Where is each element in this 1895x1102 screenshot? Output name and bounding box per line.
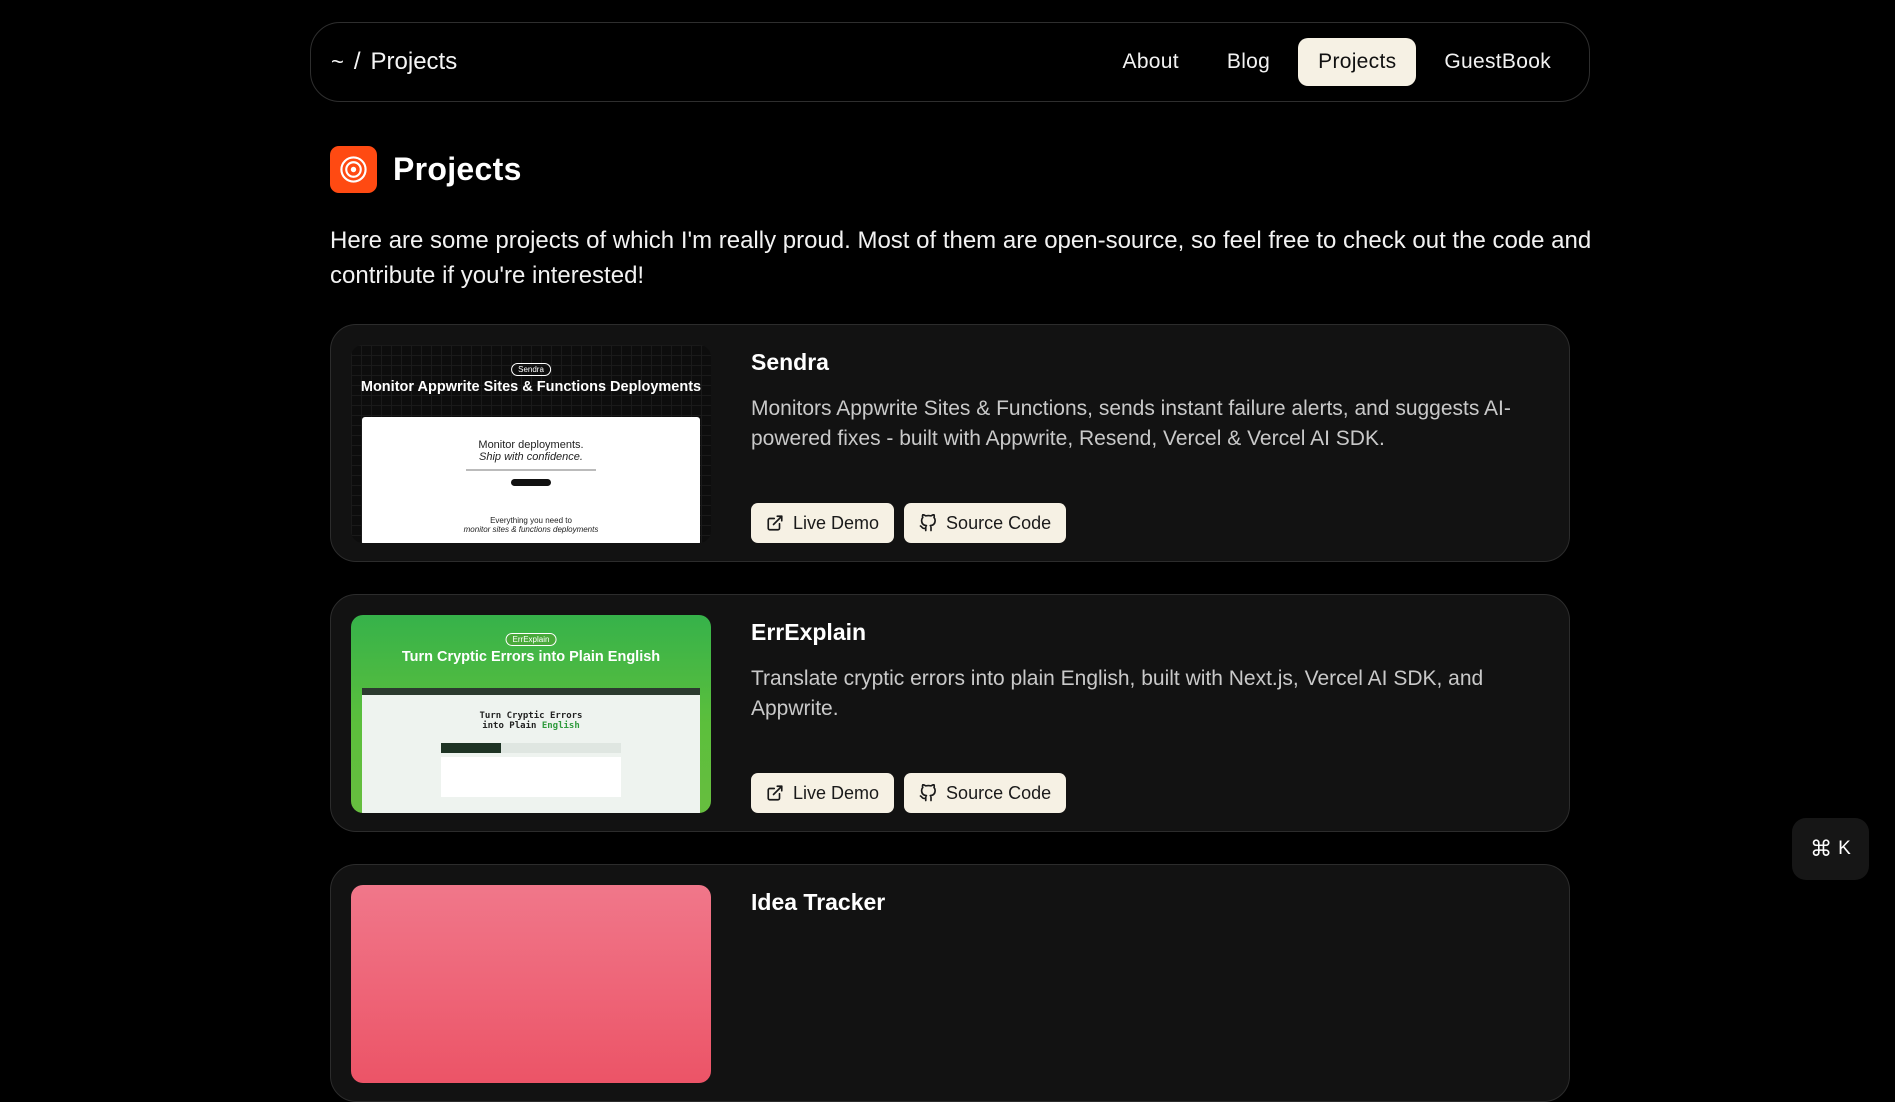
project-info: Idea Tracker xyxy=(751,889,1541,916)
top-nav: ~ / Projects About Blog Projects GuestBo… xyxy=(310,22,1590,102)
live-demo-label: Live Demo xyxy=(793,512,880,533)
thumbnail-title: Monitor Appwrite Sites & Functions Deplo… xyxy=(360,379,702,395)
page-title: Projects xyxy=(393,151,522,187)
thumbnail-text-placeholder xyxy=(466,469,596,471)
thumbnail-line: into Plain English xyxy=(482,721,580,731)
project-thumbnail[interactable]: ErrExplain Turn Cryptic Errors into Plai… xyxy=(351,615,711,813)
thumbnail-line: Turn Cryptic Errors xyxy=(479,711,583,721)
target-icon xyxy=(330,146,377,193)
page-header: Projects xyxy=(330,146,1590,193)
thumbnail-line: Monitor deployments. xyxy=(478,439,584,451)
external-link-icon xyxy=(766,784,784,802)
breadcrumb: ~ / Projects xyxy=(331,48,457,76)
project-card-idea-tracker: Idea Tracker xyxy=(330,864,1570,1102)
nav-links: About Blog Projects GuestBook xyxy=(1103,38,1571,86)
project-description: Translate cryptic errors into plain Engl… xyxy=(751,667,1484,720)
project-card-errexplain: ErrExplain Turn Cryptic Errors into Plai… xyxy=(330,594,1570,832)
breadcrumb-separator: / xyxy=(353,48,361,75)
project-name: Sendra xyxy=(751,349,829,375)
project-name: ErrExplain xyxy=(751,619,867,645)
project-actions: Live Demo Source Code xyxy=(751,503,1067,543)
project-actions: Live Demo Source Code xyxy=(751,773,1067,813)
nav-about[interactable]: About xyxy=(1103,38,1199,86)
github-icon xyxy=(919,784,937,802)
project-description: Monitors Appwrite Sites & Functions, sen… xyxy=(751,397,1511,450)
project-info: Sendra Monitors Appwrite Sites & Functio… xyxy=(751,349,1541,454)
page-intro: Here are some projects of which I'm real… xyxy=(330,227,1592,289)
breadcrumb-home[interactable]: ~ xyxy=(331,49,344,75)
nav-guestbook[interactable]: GuestBook xyxy=(1424,38,1571,86)
live-demo-label: Live Demo xyxy=(793,782,880,803)
project-info: ErrExplain Translate cryptic errors into… xyxy=(751,619,1541,724)
thumbnail-screenshot: Monitor deployments. Ship with confidenc… xyxy=(362,417,700,543)
source-code-label: Source Code xyxy=(946,512,1052,533)
source-code-label: Source Code xyxy=(946,782,1052,803)
project-card-sendra: Sendra Monitor Appwrite Sites & Function… xyxy=(330,324,1570,562)
breadcrumb-current: Projects xyxy=(370,48,458,75)
github-icon xyxy=(919,514,937,532)
live-demo-button[interactable]: Live Demo xyxy=(751,503,895,543)
project-thumbnail[interactable] xyxy=(351,885,711,1083)
thumbnail-topbar xyxy=(362,688,700,695)
command-key-label: K xyxy=(1838,838,1851,859)
thumbnail-title: Turn Cryptic Errors into Plain English xyxy=(401,649,661,665)
thumbnail-screenshot: Turn Cryptic Errors into Plain English xyxy=(362,688,700,813)
thumbnail-line: monitor sites & functions deployments xyxy=(463,525,599,534)
project-name: Idea Tracker xyxy=(751,889,886,915)
thumbnail-button xyxy=(511,479,551,486)
thumbnail-badge: ErrExplain xyxy=(505,633,557,646)
nav-projects[interactable]: Projects xyxy=(1298,38,1417,86)
nav-blog[interactable]: Blog xyxy=(1207,38,1290,86)
command-palette-button[interactable]: ⌘ K xyxy=(1792,818,1869,880)
thumbnail-panel xyxy=(441,757,621,797)
command-key-icon: ⌘ xyxy=(1810,836,1833,861)
thumbnail-badge: Sendra xyxy=(511,363,551,376)
source-code-button[interactable]: Source Code xyxy=(904,503,1067,543)
thumbnail-line: Everything you need to xyxy=(490,516,572,525)
external-link-icon xyxy=(766,514,784,532)
thumbnail-tabs xyxy=(441,743,621,753)
thumbnail-line: Ship with confidence. xyxy=(479,451,583,463)
source-code-button[interactable]: Source Code xyxy=(904,773,1067,813)
live-demo-button[interactable]: Live Demo xyxy=(751,773,895,813)
project-thumbnail[interactable]: Sendra Monitor Appwrite Sites & Function… xyxy=(351,345,711,543)
